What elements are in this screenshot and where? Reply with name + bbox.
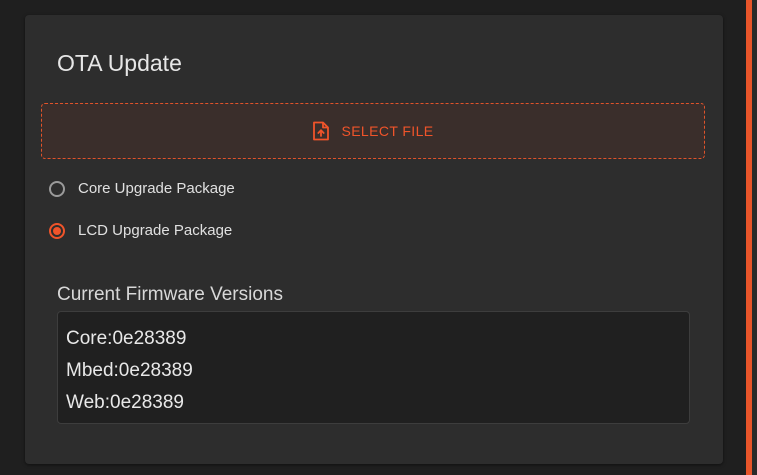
ota-update-card: OTA Update SELECT FILE Core Upgrade Pack…: [25, 15, 723, 464]
file-upload-icon: [312, 121, 330, 141]
radio-lcd-upgrade[interactable]: LCD Upgrade Package: [49, 222, 232, 239]
card-title: OTA Update: [57, 50, 182, 76]
firmware-version-web: Web:0e28389: [66, 392, 184, 413]
firmware-versions-title: Current Firmware Versions: [57, 284, 283, 305]
firmware-version-core: Core:0e28389: [66, 328, 187, 349]
radio-button-core[interactable]: [49, 180, 65, 197]
firmware-version-mbed: Mbed:0e28389: [66, 360, 193, 381]
select-file-label: SELECT FILE: [341, 123, 434, 139]
radio-core-upgrade[interactable]: Core Upgrade Package: [49, 180, 235, 197]
select-file-button[interactable]: SELECT FILE: [41, 103, 705, 159]
radio-label-core: Core Upgrade Package: [78, 180, 235, 197]
radio-label-lcd: LCD Upgrade Package: [78, 222, 233, 239]
radio-button-lcd[interactable]: [49, 222, 65, 239]
firmware-versions-box: Core:0e28389 Mbed:0e28389 Web:0e28389: [57, 311, 690, 424]
ota-update-screen: OTA Update SELECT FILE Core Upgrade Pack…: [0, 0, 757, 475]
scrollbar-track[interactable]: [752, 0, 757, 475]
